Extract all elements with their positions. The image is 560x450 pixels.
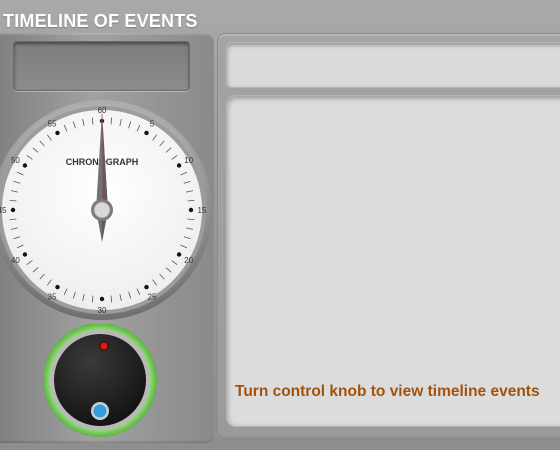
status-display (13, 41, 190, 91)
gauge-major-tick (55, 130, 60, 136)
gauge-scale-label: 25 (148, 293, 157, 302)
gauge-major-tick (10, 207, 16, 213)
gauge-scale-label: 30 (98, 306, 107, 315)
gauge-major-tick (176, 163, 182, 168)
app-frame: TIMELINE OF EVENTS 60 5 10 15 20 25 30 35 40 45 50… (0, 0, 560, 450)
gauge-scale-label: 15 (198, 206, 207, 215)
app-title: TIMELINE OF EVENTS (3, 11, 198, 31)
gauge-scale-label: 40 (11, 256, 20, 265)
top-display (226, 42, 560, 88)
gauge-major-tick (144, 284, 149, 290)
gauge-scale-label: 55 (48, 119, 57, 128)
chronograph-gauge: 60510152025303540455055 CHRONOGRAPH (0, 100, 212, 320)
timeline-hint: Turn control knob to view timeline event… (235, 383, 540, 400)
gauge-scale-label: 35 (48, 293, 57, 302)
timeline-display (226, 95, 560, 427)
gauge-major-tick (22, 252, 28, 257)
gauge-major-tick (176, 252, 182, 257)
gauge-scale-label: 45 (0, 206, 7, 215)
control-knob[interactable] (42, 324, 162, 444)
gauge-scale-label: 60 (98, 106, 107, 115)
gauge-major-tick (99, 296, 105, 302)
gauge-major-tick (55, 284, 60, 290)
gauge-scale-label: 20 (184, 256, 193, 265)
knob-indicator-icon (99, 341, 109, 351)
gauge-major-tick (188, 207, 194, 213)
gauge-scale-label: 10 (184, 156, 193, 165)
gauge-scale-label: 5 (150, 119, 155, 128)
knob-grip-icon[interactable] (93, 404, 107, 418)
gauge-major-tick (144, 130, 149, 136)
gauge-major-tick (22, 163, 28, 168)
gauge-scale-label: 50 (11, 156, 20, 165)
